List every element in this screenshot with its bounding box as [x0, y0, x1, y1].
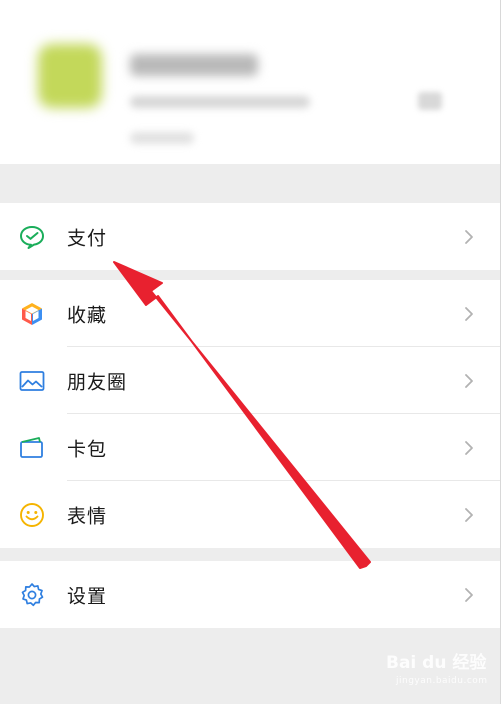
features-group: 收藏 朋友圈 卡包 表情: [0, 280, 500, 548]
wechat-pay-icon: [19, 224, 45, 250]
menu-item-settings-label: 设置: [67, 585, 108, 607]
right-edge: [500, 0, 504, 704]
pay-group: 支付: [0, 203, 500, 270]
watermark-subtext: jingyan.baidu.com: [396, 676, 488, 686]
chevron-right-icon: [465, 373, 473, 388]
chevron-right-icon: [465, 507, 473, 522]
smiley-icon: [19, 502, 45, 528]
menu-item-cards[interactable]: 卡包: [0, 414, 500, 481]
menu-item-cards-label: 卡包: [67, 438, 108, 460]
chevron-right-icon: [465, 587, 473, 602]
menu-item-pay[interactable]: 支付: [0, 203, 500, 270]
menu-item-settings[interactable]: 设置: [0, 561, 500, 628]
settings-group: 设置: [0, 561, 500, 628]
card-wallet-icon: [19, 435, 45, 461]
menu-item-moments-label: 朋友圈: [67, 371, 128, 393]
watermark-text: Bai du 经验: [386, 653, 487, 673]
settings-gear-icon: [19, 582, 45, 608]
qr-code-icon[interactable]: [418, 92, 442, 110]
moments-picture-icon: [19, 368, 45, 394]
menu-item-moments[interactable]: 朋友圈: [0, 347, 500, 414]
blurred-nickname: [130, 54, 258, 76]
chevron-right-icon: [465, 306, 473, 321]
menu-item-favorites-label: 收藏: [67, 304, 108, 326]
menu-item-stickers[interactable]: 表情: [0, 481, 500, 548]
favorites-cube-icon: [19, 301, 45, 327]
blurred-status[interactable]: [130, 132, 194, 144]
baidu-jingyan-watermark: Bai du 经验 jingyan.baidu.com: [386, 646, 504, 696]
menu-item-pay-label: 支付: [67, 227, 108, 249]
blurred-wechat-id: [130, 96, 310, 108]
profile-header[interactable]: [0, 0, 500, 164]
avatar[interactable]: [38, 44, 102, 108]
chevron-right-icon: [465, 229, 473, 244]
menu-item-stickers-label: 表情: [67, 505, 108, 527]
chevron-right-icon: [465, 440, 473, 455]
menu-item-favorites[interactable]: 收藏: [0, 280, 500, 347]
